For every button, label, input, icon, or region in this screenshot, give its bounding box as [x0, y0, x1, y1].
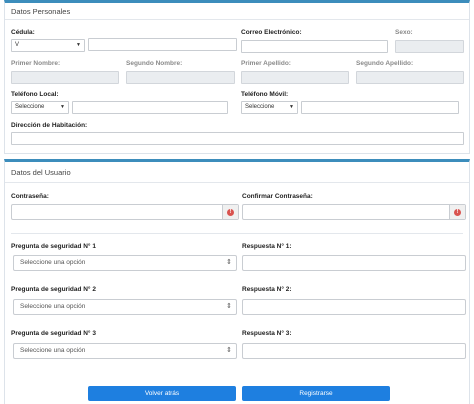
password-label: Contraseña: — [11, 193, 49, 200]
email-field[interactable] — [241, 40, 388, 53]
chevron-down-icon: ▼ — [76, 42, 81, 48]
primer-apellido-label: Primer Apellido: — [241, 60, 291, 67]
direccion-input[interactable] — [11, 132, 464, 145]
error-icon: ! — [454, 208, 461, 216]
segundo-apellido-field — [356, 71, 464, 84]
error-icon: ! — [227, 208, 234, 216]
cedula-input[interactable] — [88, 38, 237, 51]
chevron-down-icon: ▼ — [289, 104, 294, 110]
tel-movil-label: Teléfono Móvil: — [241, 91, 289, 98]
segundo-nombre-label: Segundo Nombre: — [126, 60, 183, 67]
sexo-field — [395, 40, 464, 53]
security-question-3-label: Pregunta de seguridad N° 3 — [11, 330, 96, 337]
divider — [5, 19, 469, 20]
user-panel-title: Datos del Usuario — [11, 168, 71, 177]
back-button[interactable]: Volver atrás — [88, 386, 236, 401]
divider — [5, 182, 469, 183]
primer-nombre-label: Primer Nombre: — [11, 60, 61, 67]
divider — [11, 233, 463, 234]
answer-3-input[interactable] — [242, 343, 466, 359]
security-question-3-select[interactable]: Seleccione una opción ⇕ — [13, 343, 237, 359]
tel-local-input[interactable] — [72, 101, 228, 114]
confirm-password-field[interactable]: ! — [242, 204, 466, 220]
personal-panel-title: Datos Personales — [11, 7, 71, 16]
security-question-2-label: Pregunta de seguridad N° 2 — [11, 286, 96, 293]
password-field[interactable]: ! — [11, 204, 239, 220]
confirm-password-label: Confirmar Contraseña: — [242, 193, 313, 200]
correo-label: Correo Electrónico: — [241, 29, 302, 36]
segundo-apellido-label: Segundo Apellido: — [356, 60, 414, 67]
cedula-label: Cédula: — [11, 29, 35, 36]
password-error-addon: ! — [222, 205, 238, 219]
user-data-panel: Datos del Usuario Contraseña: ! Confirma… — [4, 159, 470, 404]
answer-2-label: Respuesta N° 2: — [242, 286, 292, 293]
tel-local-label: Teléfono Local: — [11, 91, 59, 98]
tel-movil-code-select[interactable]: Seleccione ▼ — [241, 101, 298, 114]
chevron-updown-icon: ⇕ — [226, 303, 232, 310]
cedula-type-select[interactable]: V ▼ — [11, 39, 85, 52]
answer-2-input[interactable] — [242, 299, 466, 315]
primer-nombre-field — [11, 71, 119, 84]
sexo-label: Sexo: — [395, 29, 413, 36]
answer-3-label: Respuesta N° 3: — [242, 330, 292, 337]
security-question-2-select[interactable]: Seleccione una opción ⇕ — [13, 299, 237, 315]
register-button[interactable]: Registrarse — [242, 386, 390, 401]
tel-local-code-select[interactable]: Seleccione ▼ — [11, 101, 69, 114]
answer-1-label: Respuesta N° 1: — [242, 243, 292, 250]
answer-1-input[interactable] — [242, 255, 466, 271]
security-question-1-label: Pregunta de seguridad N° 1 — [11, 243, 96, 250]
segundo-nombre-field — [126, 71, 235, 84]
confirm-error-addon: ! — [449, 205, 465, 219]
primer-apellido-field — [241, 71, 349, 84]
chevron-updown-icon: ⇕ — [226, 259, 232, 266]
security-question-1-select[interactable]: Seleccione una opción ⇕ — [13, 255, 237, 271]
chevron-updown-icon: ⇕ — [226, 347, 232, 354]
chevron-down-icon: ▼ — [60, 104, 65, 110]
direccion-label: Dirección de Habitación: — [11, 122, 88, 129]
personal-data-panel: Datos Personales Cédula: V ▼ Correo Elec… — [4, 0, 470, 154]
tel-movil-input[interactable] — [301, 101, 459, 114]
